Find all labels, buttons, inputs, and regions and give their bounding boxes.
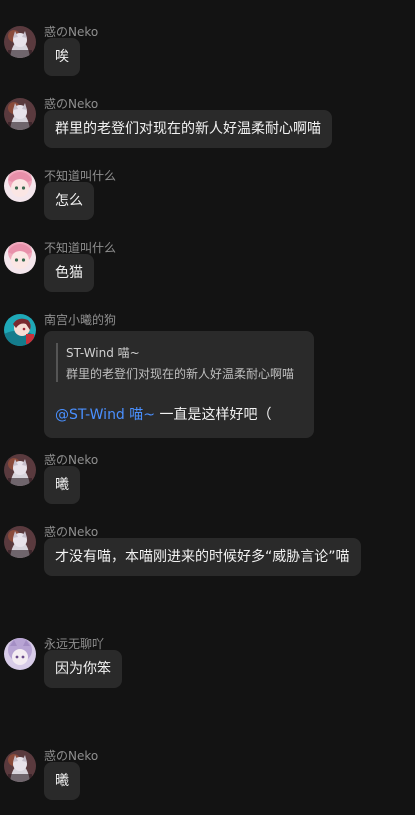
mention-link[interactable]: @ST-Wind 喵~ xyxy=(55,407,155,423)
reply-text: 一直是这样好吧（ xyxy=(159,407,272,423)
message: 永远无聊吖 因为你笨 xyxy=(0,636,415,696)
message: 惑のNeko 唉 xyxy=(0,24,415,84)
avatar-neko-icon xyxy=(4,454,36,486)
avatar[interactable] xyxy=(4,750,36,782)
avatar[interactable] xyxy=(4,454,36,486)
avatar-teal-icon xyxy=(4,314,36,346)
message-bubble: 群里的老登们对现在的新人好温柔耐心啊喵 xyxy=(44,110,332,148)
message: 惑のNeko 才没有喵，本喵刚进来的时候好多“威胁言论”喵 xyxy=(0,524,415,584)
message-bubble: 唉 xyxy=(44,38,80,76)
quoted-message[interactable]: ST-Wind 喵~ 群里的老登们对现在的新人好温柔耐心啊喵 xyxy=(56,343,294,382)
avatar[interactable] xyxy=(4,170,36,202)
message-bubble: 才没有喵，本喵刚进来的时候好多“威胁言论”喵 xyxy=(44,538,361,576)
avatar-neko-icon xyxy=(4,98,36,130)
message: 不知道叫什么 怎么 xyxy=(0,168,415,228)
quote-author: ST-Wind 喵~ xyxy=(66,346,140,360)
message-bubble: 色猫 xyxy=(44,254,94,292)
message: 惑のNeko 曦 xyxy=(0,452,415,512)
message-bubble: 曦 xyxy=(44,466,80,504)
message: 南宫小曦的狗 ST-Wind 喵~ 群里的老登们对现在的新人好温柔耐心啊喵 @S… xyxy=(0,312,415,442)
reply-content: @ST-Wind 喵~ 一直是这样好吧（ xyxy=(55,405,271,425)
avatar-neko-icon xyxy=(4,26,36,58)
message-bubble: 因为你笨 xyxy=(44,650,122,688)
chat-area: 惑のNeko 唉 惑のNeko 群里的老登们对现在的新人好温柔耐心啊喵 不知道叫… xyxy=(0,0,415,815)
avatar[interactable] xyxy=(4,98,36,130)
avatar-neko-icon xyxy=(4,526,36,558)
avatar[interactable] xyxy=(4,26,36,58)
avatar-pink-icon xyxy=(4,242,36,274)
avatar[interactable] xyxy=(4,638,36,670)
message: 惑のNeko 群里的老登们对现在的新人好温柔耐心啊喵 xyxy=(0,96,415,156)
message-bubble: 怎么 xyxy=(44,182,94,220)
avatar-lilac-icon xyxy=(4,638,36,670)
quote-text: 群里的老登们对现在的新人好温柔耐心啊喵 xyxy=(66,367,295,381)
message: 惑のNeko 曦 xyxy=(0,748,415,808)
avatar-pink-icon xyxy=(4,170,36,202)
message: 不知道叫什么 色猫 xyxy=(0,240,415,300)
avatar[interactable] xyxy=(4,526,36,558)
message-bubble: 曦 xyxy=(44,762,80,800)
avatar[interactable] xyxy=(4,314,36,346)
sender-name: 南宫小曦的狗 xyxy=(44,313,117,327)
avatar[interactable] xyxy=(4,242,36,274)
message-bubble: ST-Wind 喵~ 群里的老登们对现在的新人好温柔耐心啊喵 @ST-Wind … xyxy=(44,331,314,438)
avatar-neko-icon xyxy=(4,750,36,782)
